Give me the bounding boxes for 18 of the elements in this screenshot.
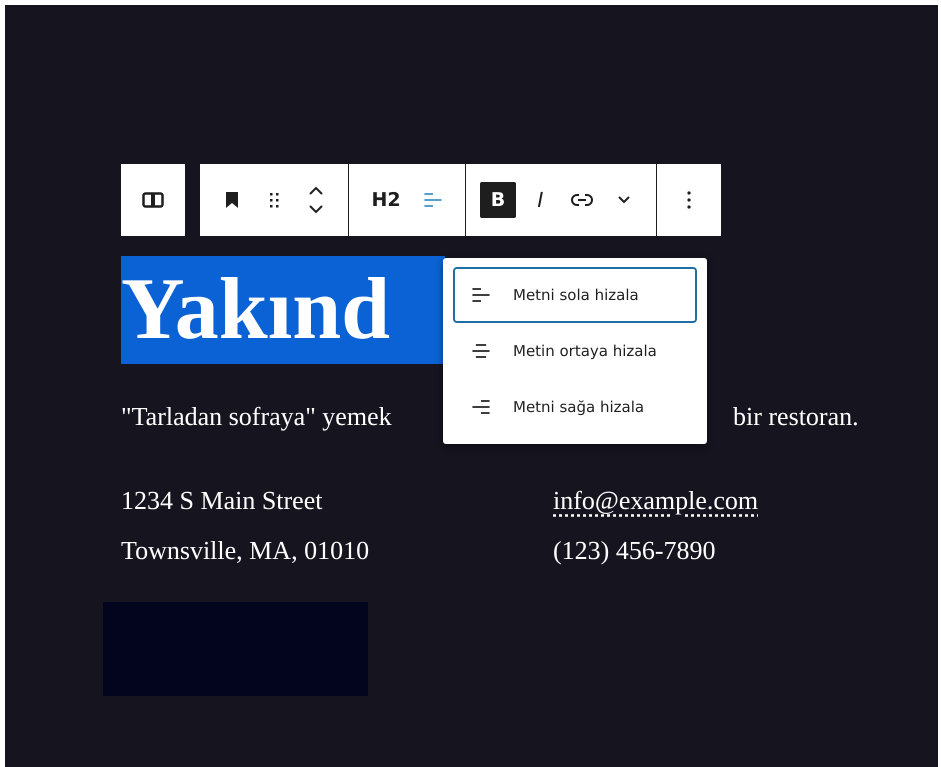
phone-number: (123) 456-7890 — [553, 535, 716, 567]
drag-dots-icon — [268, 191, 280, 209]
city-address: Townsville, MA, 01010 — [121, 535, 370, 567]
italic-button[interactable]: I — [522, 182, 558, 218]
paragraph-text: "Tarladan sofraya" yemek — [121, 402, 392, 432]
columns-icon — [142, 192, 164, 208]
paragraph-text: bir restoran. — [733, 402, 859, 432]
bookmark-icon — [224, 191, 240, 209]
street-address: 1234 S Main Street — [121, 485, 324, 517]
align-menu-item[interactable]: Metni sola hizala — [453, 267, 697, 323]
link-icon — [571, 193, 593, 207]
heading-text: Yakınd — [121, 256, 445, 364]
vertical-dots-icon — [687, 190, 691, 210]
up-down-chevrons-icon — [307, 185, 325, 215]
email-link[interactable]: info@example.com — [553, 484, 758, 518]
heading-level-button[interactable]: H2 — [363, 182, 409, 218]
chevron-down-icon — [617, 195, 631, 205]
bold-button[interactable]: B — [480, 182, 516, 218]
